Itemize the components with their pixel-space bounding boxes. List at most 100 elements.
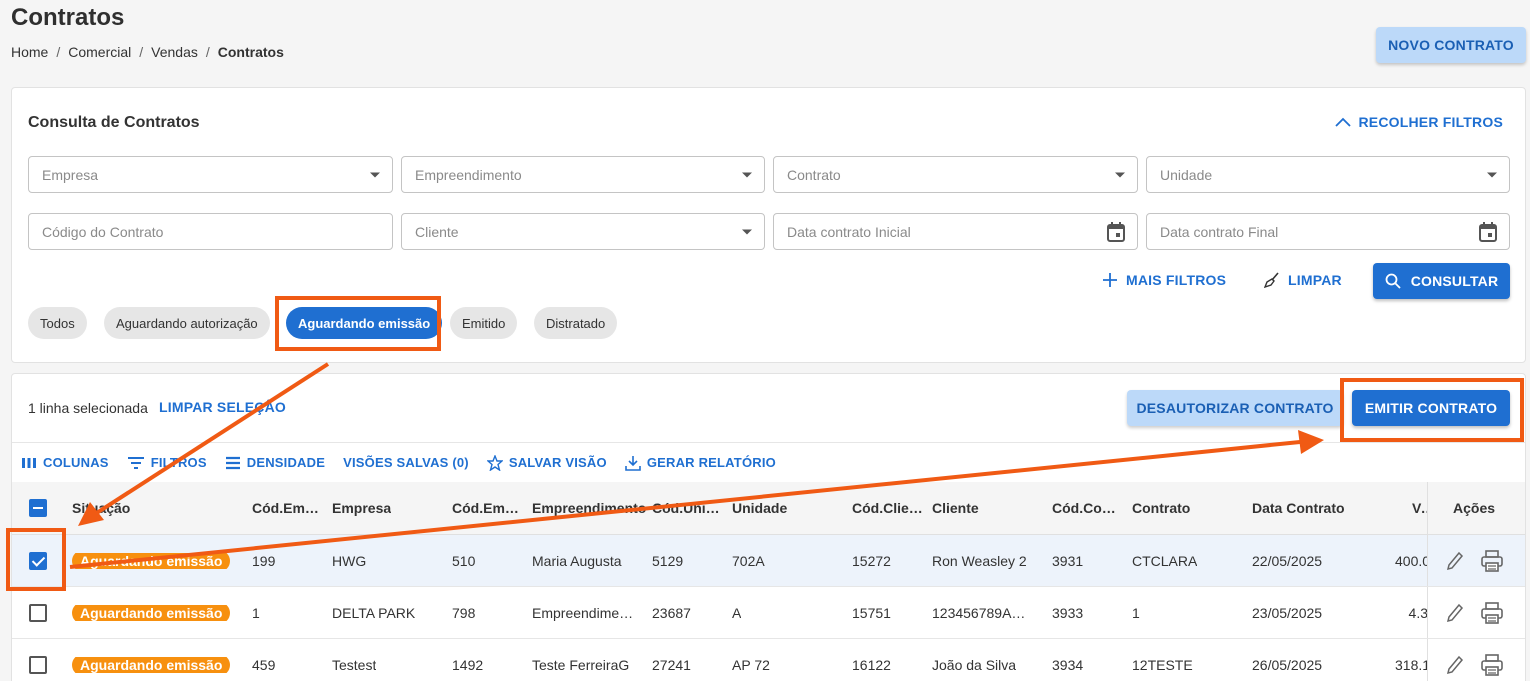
chip-aguardando-emissao[interactable]: Aguardando emissão — [286, 307, 443, 339]
caret-down-icon — [742, 172, 752, 177]
save-view-button[interactable]: SALVAR VISÃO — [486, 454, 607, 471]
codigo-contrato-input[interactable]: Código do Contrato — [28, 213, 393, 250]
column-header-contrato[interactable]: Contrato — [1132, 500, 1190, 516]
collapse-filters-button[interactable]: RECOLHER FILTROS — [1334, 114, 1504, 130]
emit-contract-button[interactable]: EMITIR CONTRATO — [1352, 390, 1510, 426]
new-contract-button[interactable]: NOVO CONTRATO — [1376, 27, 1526, 63]
status-badge: Aguardando emissão — [72, 656, 231, 673]
column-header-valor[interactable]: Va — [1412, 500, 1428, 516]
status-badge: Aguardando emissão — [72, 552, 231, 569]
clear-selection-button[interactable]: LIMPAR SELEÇÃO — [159, 399, 286, 415]
row-checkbox[interactable] — [29, 551, 47, 570]
density-button[interactable]: DENSIDADE — [225, 455, 325, 470]
cell-empreendimento: Empreendime… — [532, 604, 634, 621]
cell-contrato: CTCLARA — [1132, 552, 1198, 569]
columns-label: COLUNAS — [43, 455, 109, 470]
generate-report-button[interactable]: GERAR RELATÓRIO — [625, 455, 776, 471]
empresa-select[interactable]: Empresa — [28, 156, 393, 193]
columns-button[interactable]: COLUNAS — [21, 455, 109, 470]
empreendimento-select[interactable]: Empreendimento — [401, 156, 765, 193]
print-icon[interactable] — [1480, 549, 1504, 572]
chip-todos[interactable]: Todos — [28, 307, 87, 339]
breadcrumb-vendas[interactable]: Vendas — [151, 44, 198, 60]
breadcrumb-separator: / — [56, 44, 61, 60]
print-icon[interactable] — [1480, 601, 1504, 624]
cell-unidade: 702A — [732, 552, 765, 569]
table-row[interactable]: Aguardando emissão 199 HWG 510 Maria Augusta… — [12, 535, 1525, 587]
column-header-cod-empreendimento[interactable]: Cód.Emp… — [452, 500, 524, 516]
unidade-placeholder: Unidade — [1160, 166, 1213, 183]
columns-icon — [22, 457, 36, 468]
caret-down-icon — [370, 172, 380, 177]
cell-contrato: 1 — [1132, 604, 1140, 621]
cell-cliente: João da Silva — [932, 656, 1017, 673]
cell-cod_empr: 1492 — [452, 656, 484, 673]
breadcrumb-home[interactable]: Home — [11, 44, 48, 60]
deauthorize-contract-button[interactable]: DESAUTORIZAR CONTRATO — [1127, 390, 1343, 426]
contrato-placeholder: Contrato — [787, 166, 841, 183]
clear-filters-label: LIMPAR — [1288, 272, 1342, 288]
data-final-input[interactable]: Data contrato Final — [1146, 213, 1510, 250]
column-header-cod-unidade[interactable]: Cód.Unid… — [652, 500, 724, 516]
selection-count: 1 linha selecionada — [28, 400, 148, 416]
cell-data: 22/05/2025 — [1252, 552, 1323, 569]
column-header-cliente[interactable]: Cliente — [932, 500, 979, 516]
grid-toolbar: COLUNAS FILTROS DENSIDADE VISÕES SALVAS … — [12, 442, 1525, 482]
edit-icon[interactable] — [1446, 655, 1464, 675]
cell-cod_unid: 27241 — [652, 656, 691, 673]
table-row[interactable]: Aguardando emissão 1 DELTA PARK 798 Empreend… — [12, 587, 1525, 639]
empresa-placeholder: Empresa — [42, 166, 99, 183]
contrato-select[interactable]: Contrato — [773, 156, 1138, 193]
search-button[interactable]: CONSULTAR — [1373, 263, 1510, 299]
cell-cod_emp: 459 — [252, 656, 276, 673]
select-all-checkbox[interactable] — [29, 499, 47, 517]
breadcrumb-separator: / — [205, 44, 210, 60]
chip-emitido[interactable]: Emitido — [450, 307, 518, 339]
column-header-empresa[interactable]: Empresa — [332, 500, 391, 516]
print-icon[interactable] — [1480, 653, 1504, 676]
column-header-cod-cliente[interactable]: Cód.Clie… — [852, 500, 924, 516]
chip-aguardando-autorizacao[interactable]: Aguardando autorização — [104, 307, 270, 339]
column-header-situacao[interactable]: Situação — [72, 500, 130, 516]
row-checkbox[interactable] — [29, 655, 47, 674]
table-row[interactable]: Aguardando emissão 459 Testest 1492 Teste Fe… — [12, 639, 1525, 681]
row-checkbox[interactable] — [29, 603, 47, 622]
column-header-cod-contrato[interactable]: Cód.Cont… — [1052, 500, 1124, 516]
cell-cod_empr: 798 — [452, 604, 476, 621]
codigo-contrato-placeholder: Código do Contrato — [42, 223, 164, 240]
filter-panel-title: Consulta de Contratos — [28, 114, 200, 131]
table-header: Situação Cód.Emp… Empresa Cód.Emp… Empre… — [12, 482, 1525, 535]
filters-button[interactable]: FILTROS — [127, 455, 207, 470]
cell-cliente: 123456789A… — [932, 604, 1026, 621]
cell-cod_unid: 23687 — [652, 604, 691, 621]
actions-header-cell: Ações — [1427, 482, 1525, 534]
clear-filters-button[interactable]: LIMPAR — [1264, 272, 1342, 288]
actions-cell — [1427, 535, 1525, 586]
data-inicial-placeholder: Data contrato Inicial — [787, 223, 911, 240]
more-filters-button[interactable]: MAIS FILTROS — [1102, 272, 1226, 288]
chip-distratado[interactable]: Distratado — [534, 307, 618, 339]
edit-icon[interactable] — [1446, 603, 1464, 623]
column-header-unidade[interactable]: Unidade — [732, 500, 787, 516]
column-header-data-contrato[interactable]: Data Contrato — [1252, 500, 1345, 516]
download-icon — [625, 455, 641, 471]
calendar-icon[interactable] — [1107, 221, 1125, 242]
breadcrumb-comercial[interactable]: Comercial — [68, 44, 131, 60]
edit-icon[interactable] — [1446, 551, 1464, 571]
plus-icon — [1103, 273, 1117, 287]
saved-views-button[interactable]: VISÕES SALVAS (0) — [343, 455, 469, 470]
density-label: DENSIDADE — [246, 455, 326, 470]
caret-down-icon — [1115, 172, 1125, 177]
search-label: CONSULTAR — [1410, 273, 1499, 289]
column-header-empreendimento[interactable]: Empreendimento — [532, 500, 646, 516]
unidade-select[interactable]: Unidade — [1146, 156, 1510, 193]
data-inicial-input[interactable]: Data contrato Inicial — [773, 213, 1138, 250]
more-filters-label: MAIS FILTROS — [1126, 272, 1227, 288]
cliente-select[interactable]: Cliente — [401, 213, 765, 250]
column-header-cod-empresa[interactable]: Cód.Emp… — [252, 500, 324, 516]
broom-icon — [1264, 272, 1279, 288]
cell-cliente: Ron Weasley 2 — [932, 552, 1027, 569]
empreendimento-placeholder: Empreendimento — [415, 166, 522, 183]
calendar-icon[interactable] — [1479, 221, 1497, 242]
cell-data: 23/05/2025 — [1252, 604, 1323, 621]
